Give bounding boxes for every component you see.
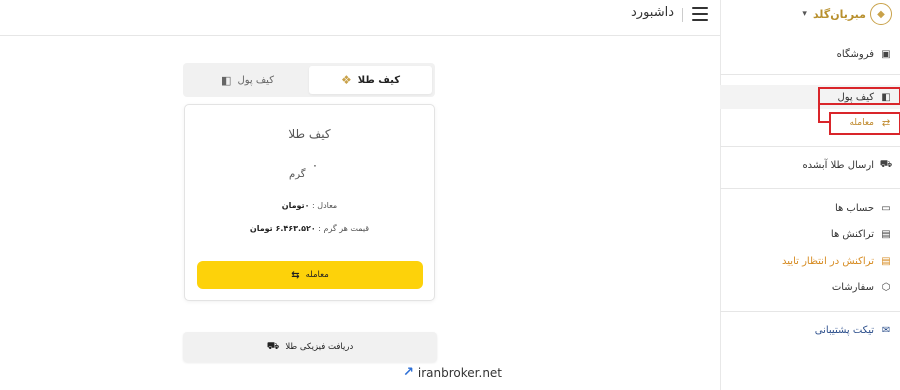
wallet-tabs: کیف طلا ❖ کیف پول ◧ [183,63,435,97]
swap-arrows-icon: ⇆ [291,269,300,281]
sidebar-item-label: تراکنش در انتظار تایید [782,255,874,267]
sidebar-item-shop[interactable]: ▣ فروشگاه [720,42,900,66]
brand-logo-icon: ◆ [870,3,892,25]
sidebar-divider [720,146,900,147]
tab-label: کیف طلا [357,74,401,86]
tab-money-wallet[interactable]: کیف پول ◧ [186,66,309,94]
physical-gold-receipt-button[interactable]: دریافت فیزیکی طلا ⛟ [183,332,437,362]
top-header: داشبورد [0,0,720,36]
sidebar-item-support[interactable]: ✉ تیکت پشتیبانی [720,318,900,342]
price-per-gram: قیمت هر گرم : ۶.۴۶۳.۵۲۰ تومان [185,224,434,233]
sidebar-item-accounts[interactable]: ▭ حساب ها [720,196,900,220]
highlight-connector [818,121,830,123]
page-title: داشبورد [631,5,674,20]
gold-bars-icon: ❖ [340,73,352,87]
sidebar-item-label: سفارشات [831,281,874,293]
equivalent-value: معادل : ۰تومان [185,201,434,210]
sidebar-item-label: تیکت پشتیبانی [814,324,874,336]
truck-icon: ⛟ [266,340,280,352]
receipt-button-label: دریافت فیزیکی طلا [285,342,354,352]
menu-icon[interactable] [692,7,708,21]
gold-unit: گرم [289,169,306,180]
watermark: ↗ iranbroker.net [403,365,502,380]
sidebar: ◆ مبریان‌گلد ▾ ▣ فروشگاه ◧ کیف پول ⇄ معا… [720,0,900,390]
trade-button-label: معامله [305,270,329,280]
sidebar-divider [720,188,900,189]
sidebar-item-label: حساب ها [834,202,874,214]
chevron-down-icon[interactable]: ▾ [802,9,807,19]
document-icon: ▤ [881,255,891,267]
wallet-icon: ◧ [221,73,232,87]
brand[interactable]: ◆ مبریان‌گلد ▾ [802,3,892,25]
header-divider [682,8,683,22]
brand-name: مبریان‌گلد [812,7,866,21]
highlight-connector [818,104,820,122]
sidebar-divider [720,74,900,75]
card-title: کیف طلا [288,127,331,141]
gold-amount: ۰ [312,159,318,172]
card-icon: ▭ [881,202,891,214]
sidebar-item-orders[interactable]: ⬡ سفارشات [720,275,900,299]
equivalent-amount: ۰تومان [281,201,310,210]
ticket-icon: ✉ [881,324,891,336]
tab-label: کیف پول [237,74,274,86]
trade-button[interactable]: معامله ⇆ [197,261,423,289]
gold-wallet-card: کیف طلا ۰ گرم معادل : ۰تومان قیمت هر گرم… [184,104,435,301]
sidebar-item-label: ارسال طلا آبشده [802,159,874,171]
sidebar-item-transactions[interactable]: ▤ تراکنش ها [720,222,900,246]
sidebar-item-pending-transactions[interactable]: ▤ تراکنش در انتظار تایید [720,249,900,273]
price-amount: ۶.۴۶۳.۵۲۰ تومان [249,224,316,233]
sidebar-item-label: فروشگاه [836,48,874,60]
highlight-box-wallet [818,87,900,105]
sidebar-item-melted-gold[interactable]: ⛟ ارسال طلا آبشده [720,153,900,177]
tab-gold-wallet[interactable]: کیف طلا ❖ [309,66,432,94]
watermark-logo-icon: ↗ [403,365,414,380]
shop-icon: ▣ [881,48,891,60]
watermark-text: iranbroker.net [417,365,503,380]
box-icon: ⬡ [881,281,891,293]
sidebar-item-label: تراکنش ها [830,228,874,240]
receipt-icon: ▤ [881,228,891,240]
truck-icon: ⛟ [879,158,893,170]
sidebar-divider [720,311,900,312]
highlight-box-trade [829,112,900,135]
equivalent-label: معادل : [312,201,338,210]
price-label: قیمت هر گرم : [318,224,370,233]
